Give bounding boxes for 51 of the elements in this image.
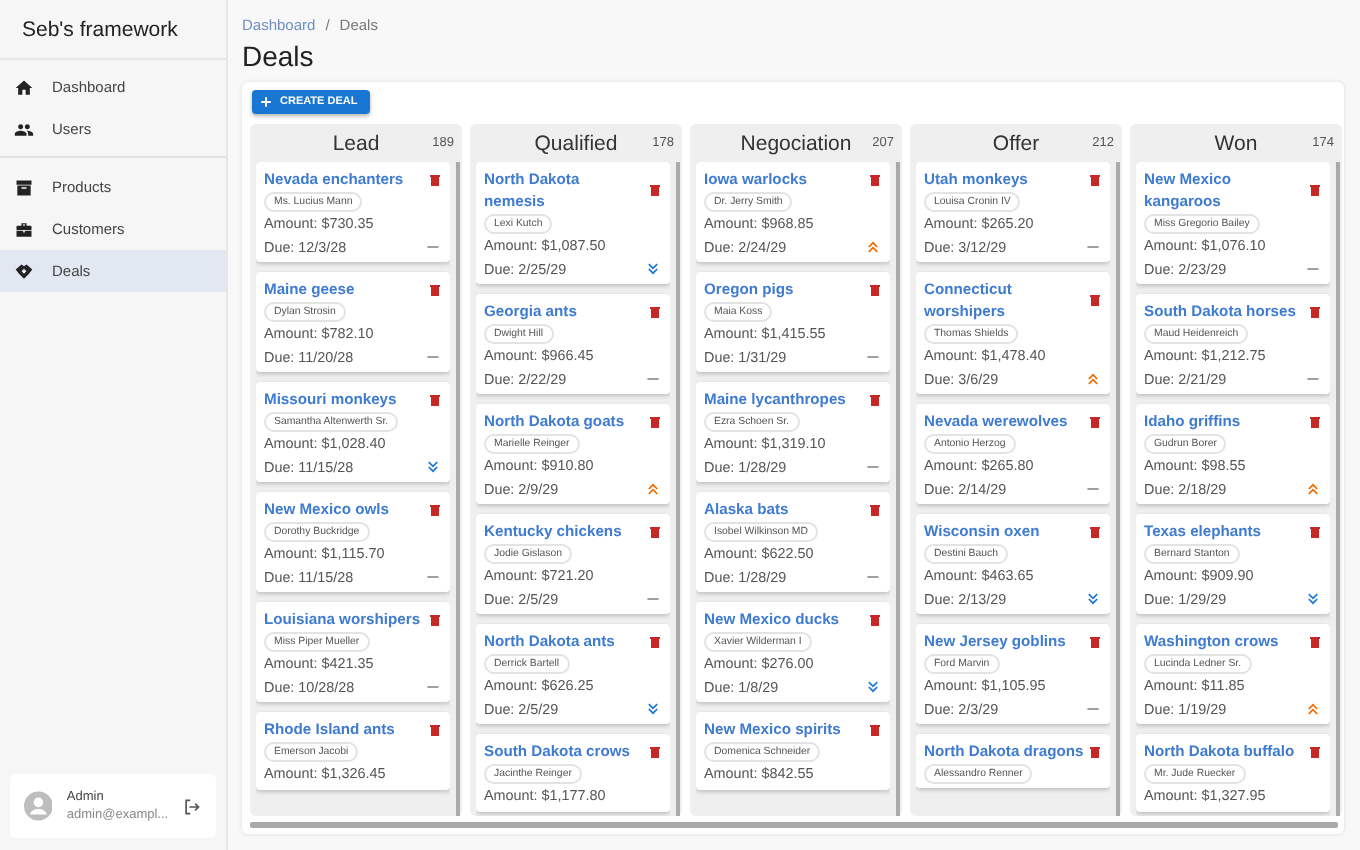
briefcase-icon — [14, 219, 34, 239]
column-title: Qualified — [534, 131, 618, 155]
avatar-icon — [24, 790, 53, 822]
delete-icon[interactable] — [870, 613, 880, 625]
delete-icon[interactable] — [870, 283, 880, 295]
scrollbar[interactable] — [456, 162, 460, 816]
delete-icon[interactable] — [430, 723, 440, 735]
delete-icon[interactable] — [650, 184, 660, 196]
delete-icon[interactable] — [650, 305, 660, 317]
column-title: Offer — [992, 131, 1040, 155]
logout-icon[interactable] — [182, 795, 202, 817]
delete-icon[interactable] — [650, 745, 660, 757]
delete-icon[interactable] — [1310, 635, 1320, 647]
delete-icon[interactable] — [1310, 525, 1320, 537]
page-title: Deals — [242, 40, 316, 72]
delete-icon[interactable] — [1090, 525, 1100, 537]
column-title: Lead — [332, 131, 380, 155]
scrollbar[interactable] — [676, 162, 680, 816]
delete-icon[interactable] — [870, 503, 880, 515]
delete-icon[interactable] — [430, 503, 440, 515]
home-icon — [14, 77, 34, 97]
delete-icon[interactable] — [430, 613, 440, 625]
delete-icon[interactable] — [870, 173, 880, 185]
scrollbar[interactable] — [1336, 162, 1340, 816]
delete-icon[interactable] — [1310, 184, 1320, 196]
delete-icon[interactable] — [870, 723, 880, 735]
delete-icon[interactable] — [1090, 745, 1100, 757]
delete-icon[interactable] — [650, 525, 660, 537]
delete-icon[interactable] — [430, 393, 440, 405]
delete-icon[interactable] — [1090, 635, 1100, 647]
delete-icon[interactable] — [1310, 305, 1320, 317]
delete-icon[interactable] — [430, 173, 440, 185]
scrollbar[interactable] — [896, 162, 900, 816]
plus-icon — [260, 96, 272, 108]
archive-icon — [14, 177, 34, 197]
delete-icon[interactable] — [870, 393, 880, 405]
delete-icon[interactable] — [650, 415, 660, 427]
delete-icon[interactable] — [1310, 745, 1320, 757]
delete-icon[interactable] — [430, 283, 440, 295]
scrollbar[interactable] — [1116, 162, 1120, 816]
delete-icon[interactable] — [1090, 415, 1100, 427]
column-title: Negociation — [740, 131, 852, 155]
people-icon — [14, 119, 34, 139]
handshake-icon — [14, 261, 34, 281]
column-title: Won — [1214, 131, 1258, 155]
delete-icon[interactable] — [1090, 173, 1100, 185]
delete-icon[interactable] — [650, 635, 660, 647]
delete-icon[interactable] — [1310, 415, 1320, 427]
delete-icon[interactable] — [1090, 294, 1100, 306]
app-title: Seb's framework — [0, 0, 226, 60]
horizontal-scrollbar[interactable] — [250, 822, 1338, 828]
